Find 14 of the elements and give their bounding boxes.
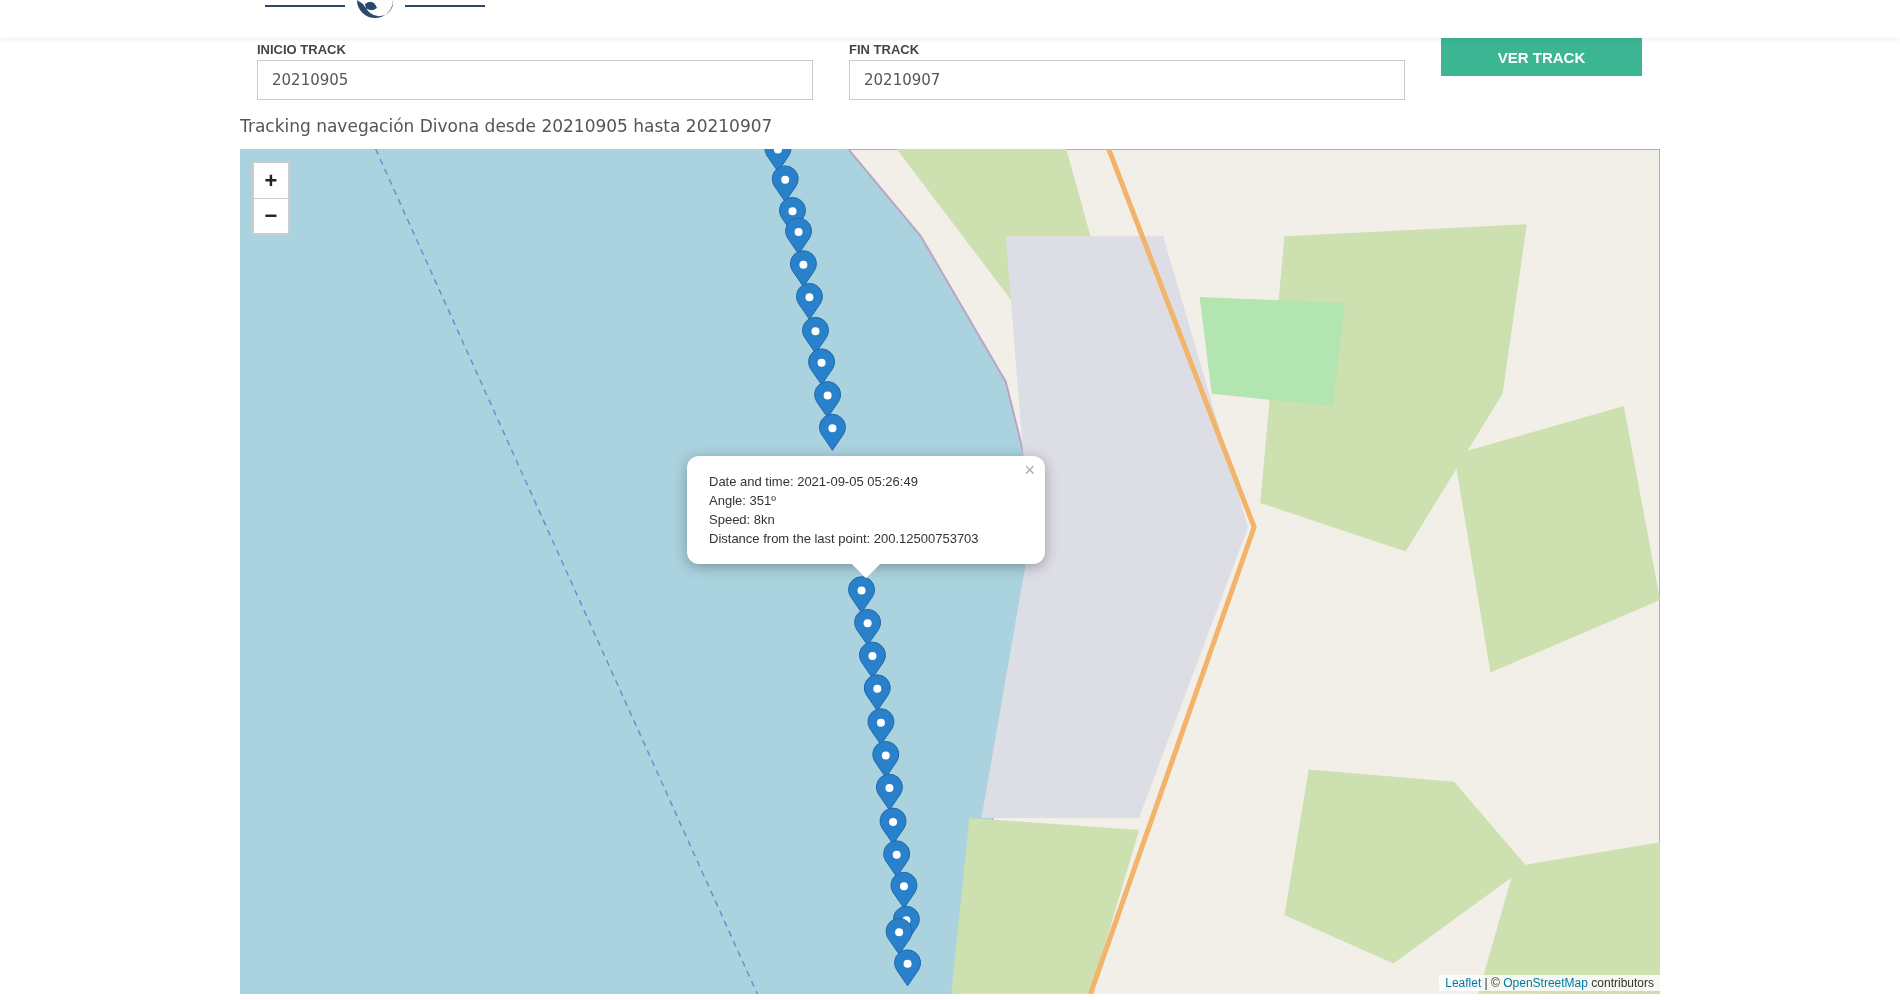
field-label: FIN TRACK — [849, 42, 921, 57]
zoom-out-button[interactable]: − — [254, 198, 288, 233]
popup-text: Angle: 351º — [709, 492, 777, 510]
field-label: INICIO TRACK — [257, 42, 347, 57]
popup-text: Date and time: 2021-09-05 05:26:49 — [709, 473, 919, 491]
attribution: Leaflet | © OpenStreetMap contributors — [1439, 975, 1660, 991]
attribution-link[interactable]: OpenStreetMap — [1503, 976, 1588, 990]
map[interactable]: + − × Date and time: 2021-09-05 05:26:49 Angle: 351º Speed: 8kn Distance from the last point: 200.12500753703 Leaflet | © OpenStreetMap contributors — [240, 149, 1660, 1000]
popup-text: Speed: 8kn — [709, 511, 776, 529]
input-field[interactable]: 20210905 — [257, 60, 813, 100]
popup-text: Distance from the last point: 200.12500753703 — [709, 530, 980, 548]
input-field[interactable]: 20210907 — [849, 60, 1405, 100]
track-caption: Tracking navegación Divona desde 20210905 hasta 20210907 — [240, 116, 774, 136]
attribution-link[interactable]: Leaflet — [1445, 976, 1482, 990]
